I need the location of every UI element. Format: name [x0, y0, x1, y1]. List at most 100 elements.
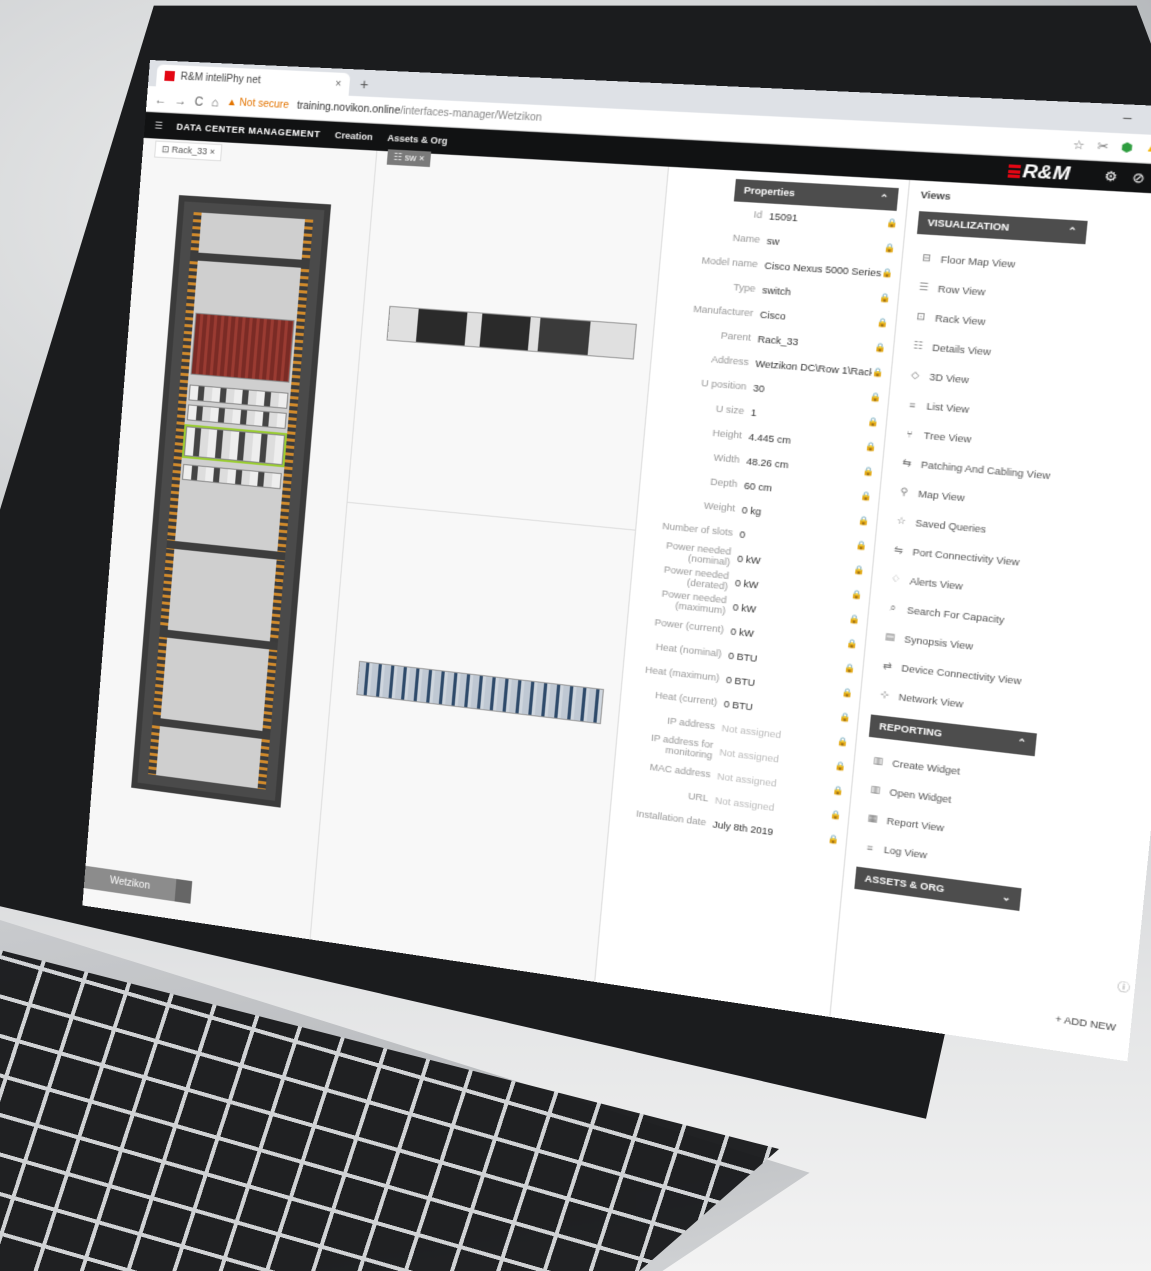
not-secure-badge[interactable]: ▲ Not secure	[226, 97, 289, 111]
lock-icon: 🔒	[855, 540, 868, 551]
property-label: Weight	[703, 499, 736, 514]
url-field[interactable]: training.novikon.online/interfaces-manag…	[296, 100, 542, 124]
rm-logo-bars-icon	[1007, 164, 1022, 179]
forward-button[interactable]: →	[174, 93, 187, 108]
rack-shelf	[159, 628, 278, 651]
view-label: Tree View	[923, 429, 972, 445]
lock-icon: 🔒	[836, 736, 849, 748]
url-host: training.novikon.online	[296, 100, 401, 117]
chevron-up-icon[interactable]: ⌃	[1016, 737, 1027, 750]
property-label: U size	[715, 403, 745, 417]
view-label: Search For Capacity	[906, 604, 1005, 626]
view-label: Synopsis View	[903, 633, 974, 652]
lock-icon: 🔒	[829, 809, 842, 821]
rack-shelf	[166, 540, 286, 561]
rack-unit-patchpanel[interactable]	[190, 312, 295, 383]
tab-close-icon[interactable]: ×	[335, 78, 342, 90]
rm-logo-text: R&M	[1021, 160, 1072, 185]
rm-favicon-icon	[164, 70, 176, 82]
property-value[interactable]: 15091	[769, 210, 887, 228]
view-label: Network View	[898, 691, 964, 710]
home-button[interactable]: ⌂	[211, 95, 219, 109]
property-value[interactable]: sw	[766, 235, 884, 253]
property-value[interactable]: Rack_33	[757, 333, 875, 352]
property-value[interactable]: 30	[753, 382, 870, 402]
chevron-down-icon[interactable]: ⌄	[1001, 891, 1011, 904]
tab-rack[interactable]: ⊡ Rack_33 ×	[154, 140, 223, 162]
view-icon: ⚲	[899, 485, 909, 498]
drive-extension-icon[interactable]: ▲	[1144, 141, 1151, 156]
device-rear-faceplate[interactable]	[356, 660, 605, 725]
view-icon: ⊟	[921, 251, 932, 264]
view-label: Row View	[937, 282, 986, 298]
property-value[interactable]: Cisco	[760, 309, 878, 328]
property-label: Width	[713, 451, 741, 465]
add-new-button[interactable]: + ADD NEW	[1055, 1013, 1117, 1033]
lock-icon: 🔒	[878, 292, 892, 304]
chevron-up-icon[interactable]: ⌃	[879, 193, 889, 205]
view-icon: ▦	[867, 812, 879, 825]
lock-icon: 🔒	[845, 638, 859, 650]
property-value[interactable]: Wetzikon DC\Row 1\Rack_33	[755, 358, 872, 378]
view-label: Map View	[917, 487, 966, 503]
lock-icon: 🔒	[827, 833, 840, 845]
lock-icon: 🔒	[864, 441, 877, 453]
pane-divider	[347, 501, 636, 531]
rack-unit-selected-switch[interactable]	[181, 423, 288, 468]
property-label: Model name	[701, 254, 759, 270]
property-label: U position	[700, 377, 747, 392]
rack-rail-right	[257, 219, 314, 790]
rack-interior	[148, 212, 314, 790]
view-label: Alerts View	[909, 575, 964, 592]
chevron-up-icon[interactable]: ⌃	[1067, 225, 1077, 238]
settings-icon[interactable]: ⚙	[1103, 168, 1119, 185]
view-icon: ⑂	[905, 428, 914, 440]
header-icons: ⚙ ⊘ ⛶ 👤	[1103, 168, 1151, 190]
minimize-button[interactable]: –	[1123, 110, 1133, 126]
property-value[interactable]: 60 cm	[744, 480, 861, 501]
rack-3d-model[interactable]	[131, 195, 332, 808]
view-icon: ▥	[870, 783, 882, 796]
lock-icon: 🔒	[848, 613, 861, 625]
status-icon[interactable]: ⊘	[1132, 169, 1146, 186]
reload-button[interactable]: C	[194, 94, 204, 109]
rack-unit-device[interactable]	[181, 463, 282, 490]
visualization-header[interactable]: VISUALIZATION ⌃	[916, 211, 1088, 245]
view-icon: ◇	[910, 369, 920, 381]
lock-icon: 🔒	[838, 711, 852, 723]
site-tab-wetzikon[interactable]: Wetzikon	[83, 865, 177, 902]
tab-device[interactable]: ☷ sw ×	[386, 149, 432, 168]
property-value[interactable]: switch	[762, 284, 880, 303]
lock-icon: 🔒	[883, 242, 896, 254]
property-value[interactable]: Cisco Nexus 5000 Series N5K-C5548UP-FA	[764, 260, 882, 278]
rack-unit-device[interactable]	[186, 404, 287, 430]
back-button[interactable]: ←	[154, 92, 167, 107]
device-front-faceplate[interactable]	[386, 305, 637, 360]
view-icon: ▤	[884, 630, 896, 643]
lock-icon: 🔒	[866, 416, 880, 428]
reporting-title: REPORTING	[878, 720, 943, 739]
hamburger-menu-icon[interactable]: ☰	[154, 120, 163, 131]
shield-extension-icon[interactable]: ⬢	[1120, 140, 1133, 155]
extension-icon[interactable]: ✂	[1096, 139, 1109, 154]
view-icon: ⇄	[882, 659, 893, 672]
bookmark-star-icon[interactable]: ☆	[1072, 138, 1086, 153]
property-value[interactable]: 4.445 cm	[748, 431, 865, 452]
site-tab-toggle[interactable]	[174, 878, 193, 904]
lock-icon: 🔒	[841, 687, 854, 699]
property-value[interactable]: 1	[750, 407, 867, 427]
new-tab-button[interactable]: +	[359, 76, 369, 93]
lock-icon: 🔒	[831, 785, 845, 797]
lock-icon: 🔒	[869, 391, 882, 403]
info-icon[interactable]: ⓘ	[1117, 977, 1131, 996]
rack-pane-footer: Wetzikon	[83, 865, 193, 904]
property-label: Depth	[709, 476, 738, 490]
property-label: Height	[712, 427, 743, 441]
property-value[interactable]: 48.26 cm	[746, 456, 863, 477]
menu-assets-org[interactable]: Assets & Org	[387, 133, 448, 147]
view-icon: ☰	[918, 281, 930, 293]
menu-creation[interactable]: Creation	[334, 130, 373, 142]
rack-rail-left	[148, 212, 202, 776]
view-label: Open Widget	[889, 786, 952, 805]
view-label: Report View	[886, 815, 945, 834]
